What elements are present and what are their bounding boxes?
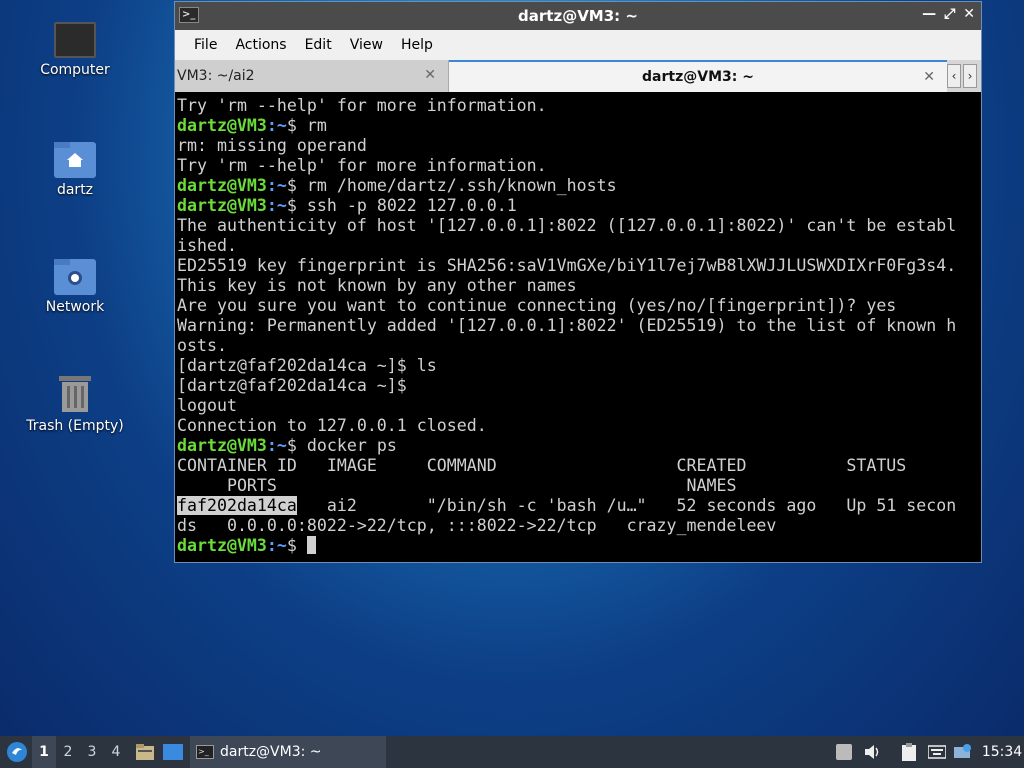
prompt-user: dartz@VM3 — [177, 176, 267, 195]
prompt-path: :~ — [266, 436, 287, 455]
menu-edit[interactable]: Edit — [296, 37, 341, 53]
prompt-symbol: $ — [286, 116, 307, 135]
terminal-line: Connection to 127.0.0.1 closed. — [177, 416, 487, 435]
close-icon[interactable]: ✕ — [963, 6, 975, 22]
menu-bar: File Actions Edit View Help — [175, 30, 981, 60]
desktop-icon-home-folder[interactable]: dartz — [20, 142, 130, 198]
clipboard-icon — [902, 743, 916, 761]
workspace-3[interactable]: 3 — [80, 736, 104, 768]
window-title: dartz@VM3: ~ — [518, 7, 638, 25]
tab-home[interactable]: dartz@VM3: ~ ✕ — [449, 60, 947, 92]
start-menu-button[interactable] — [4, 736, 30, 768]
clock[interactable]: 15:34 — [982, 736, 1022, 768]
prompt-path: :~ — [266, 116, 287, 135]
taskbar: 1 2 3 4 >_ dartz@VM3: ~ 15:34 — [0, 736, 1024, 768]
network-folder-icon — [54, 259, 96, 295]
terminal-line: Try 'rm --help' for more information. — [177, 156, 547, 175]
prompt-symbol: $ — [286, 196, 307, 215]
terminal-output[interactable]: Try 'rm --help' for more information. da… — [177, 96, 979, 560]
taskbar-task-terminal[interactable]: >_ dartz@VM3: ~ — [190, 736, 386, 768]
computer-icon — [54, 22, 96, 58]
tab-scroll-left-icon[interactable]: ‹ — [947, 64, 961, 88]
tab-label: VM3: ~/ai2 — [177, 68, 255, 84]
terminal-line: Try 'rm --help' for more information. — [177, 96, 547, 115]
prompt-path: :~ — [266, 536, 287, 555]
terminal-line: The authenticity of host '[127.0.0.1]:80… — [177, 216, 957, 235]
network-tray[interactable] — [952, 736, 974, 768]
keyboard-icon — [928, 745, 946, 759]
desktop-icon-label: dartz — [56, 182, 94, 198]
terminal-line: ished. — [177, 236, 237, 255]
maximize-icon[interactable]: ⤢ — [944, 6, 955, 22]
menu-help[interactable]: Help — [392, 37, 442, 53]
trash-icon — [57, 374, 93, 414]
desktop-icon-label: Network — [45, 299, 105, 315]
prompt-user: dartz@VM3 — [177, 116, 267, 135]
terminal-line: Warning: Permanently added '[127.0.0.1]:… — [177, 316, 957, 335]
home-folder-icon — [54, 142, 96, 178]
terminal-line: osts. — [177, 336, 227, 355]
prompt-user: dartz@VM3 — [177, 436, 267, 455]
docker-row: ai2 "/bin/sh -c 'bash /u…" 52 seconds ag… — [296, 496, 957, 515]
workspace-2[interactable]: 2 — [56, 736, 80, 768]
file-manager-launcher[interactable] — [134, 736, 156, 768]
tab-close-icon[interactable]: ✕ — [424, 67, 436, 83]
workspace-1[interactable]: 1 — [32, 736, 56, 768]
prompt-path: :~ — [266, 176, 287, 195]
docker-header: CONTAINER ID IMAGE COMMAND CREATED STATU… — [177, 456, 907, 475]
terminal-command: docker ps — [306, 436, 397, 455]
desktop-icon-computer[interactable]: Computer — [20, 22, 130, 78]
text-cursor — [306, 536, 316, 554]
prompt-path: :~ — [266, 196, 287, 215]
menu-file[interactable]: File — [185, 37, 226, 53]
terminal-window: >_ dartz@VM3: ~ — ⤢ ✕ File Actions Edit … — [174, 1, 982, 563]
menu-actions[interactable]: Actions — [226, 37, 295, 53]
clipboard-tray[interactable] — [898, 736, 920, 768]
file-manager-icon — [136, 744, 154, 760]
terminal-line: ED25519 key fingerprint is SHA256:saV1Vm… — [177, 256, 957, 275]
terminal-line: Are you sure you want to continue connec… — [177, 296, 897, 315]
task-label: dartz@VM3: ~ — [220, 744, 322, 760]
desktop-icon-label: Computer — [40, 62, 110, 78]
prompt-user: dartz@VM3 — [177, 196, 267, 215]
terminal-command: rm — [306, 116, 327, 135]
terminal-task-icon: >_ — [196, 745, 214, 759]
tab-ai2[interactable]: VM3: ~/ai2 ✕ — [175, 60, 449, 92]
docker-row: ds 0.0.0.0:8022->22/tcp, :::8022->22/tcp… — [177, 516, 777, 535]
prompt-symbol: $ — [286, 436, 307, 455]
desktop-icon-trash[interactable]: Trash (Empty) — [20, 374, 130, 434]
update-icon — [836, 744, 852, 760]
terminal-line: [dartz@faf202da14ca ~]$ ls — [177, 356, 437, 375]
show-desktop-icon — [163, 744, 183, 760]
desktop-icon-network[interactable]: Network — [20, 259, 130, 315]
volume-icon — [865, 745, 879, 759]
network-status-icon — [954, 744, 971, 758]
docker-header: PORTS NAMES — [177, 476, 737, 495]
desktop-icon-label: Trash (Empty) — [26, 418, 124, 434]
update-notifier[interactable] — [834, 736, 854, 768]
tab-bar: VM3: ~/ai2 ✕ dartz@VM3: ~ ✕ ‹ › — [175, 60, 981, 92]
tab-scroll-right-icon[interactable]: › — [963, 64, 977, 88]
workspace-4[interactable]: 4 — [104, 736, 128, 768]
minimize-icon[interactable]: — — [922, 6, 936, 22]
terminal-line: logout — [177, 396, 237, 415]
menu-view[interactable]: View — [341, 37, 392, 53]
keyboard-tray[interactable] — [926, 736, 948, 768]
terminal-command: ssh -p 8022 127.0.0.1 — [306, 196, 517, 215]
start-menu-icon — [7, 742, 27, 762]
prompt-user: dartz@VM3 — [177, 536, 267, 555]
show-desktop-button[interactable] — [162, 736, 184, 768]
selected-container-id[interactable]: faf202da14ca — [177, 496, 297, 515]
terminal-command: rm /home/dartz/.ssh/known_hosts — [306, 176, 617, 195]
prompt-symbol: $ — [286, 536, 307, 555]
terminal-line: rm: missing operand — [177, 136, 367, 155]
tab-label: dartz@VM3: ~ — [642, 69, 754, 85]
terminal-line: [dartz@faf202da14ca ~]$ — [177, 376, 407, 395]
window-titlebar[interactable]: >_ dartz@VM3: ~ — ⤢ ✕ — [175, 2, 981, 30]
volume-control[interactable] — [862, 736, 884, 768]
tab-close-icon[interactable]: ✕ — [923, 69, 935, 85]
terminal-line: This key is not known by any other names — [177, 276, 577, 295]
prompt-symbol: $ — [286, 176, 307, 195]
